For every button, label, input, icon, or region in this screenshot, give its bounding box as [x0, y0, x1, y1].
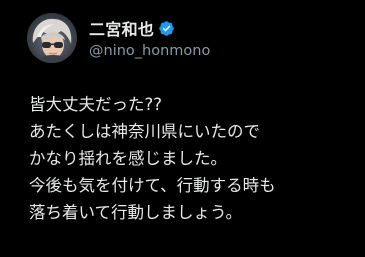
author-handle[interactable]: @nino_honmono: [89, 43, 210, 59]
tweet-line: 今後も気を付けて、行動する時も: [29, 176, 276, 195]
tweet-line: 落ち着いて行動しましょう。: [29, 203, 243, 222]
tweet-line: あたくしは神奈川県にいたので: [29, 122, 260, 141]
author-display-name[interactable]: 二宮和也: [89, 16, 154, 40]
avatar-image: [27, 13, 77, 63]
tweet-card: 二宮和也 @nino_honmono 皆大丈夫だった?? あたくしは神奈川県にい…: [0, 0, 365, 257]
verified-badge-icon: [158, 20, 175, 37]
tweet-text: 皆大丈夫だった?? あたくしは神奈川県にいたので かなり揺れを感じました。 今後…: [29, 91, 359, 226]
tweet-line: 皆大丈夫だった??: [29, 95, 163, 114]
author-avatar[interactable]: [27, 13, 77, 63]
author-name-row: 二宮和也: [89, 17, 175, 39]
tweet-line: かなり揺れを感じました。: [29, 149, 227, 168]
